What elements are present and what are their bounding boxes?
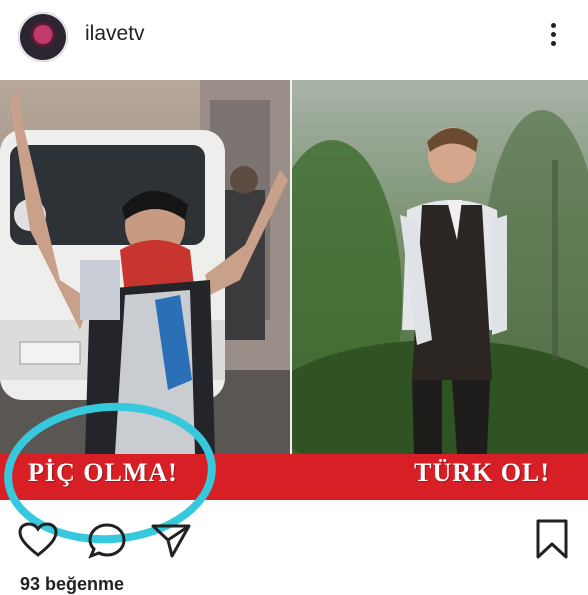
post-header: ilavetv: [0, 0, 588, 80]
bookmark-icon[interactable]: [534, 518, 570, 560]
send-icon[interactable]: [150, 522, 192, 560]
comment-icon[interactable]: [87, 522, 127, 560]
likes-count[interactable]: 93 beğenme: [20, 574, 124, 595]
more-options-icon[interactable]: [543, 20, 563, 54]
avatar[interactable]: [18, 12, 68, 62]
right-photo: [292, 80, 588, 454]
banner-right-text: TÜRK OL!: [414, 458, 550, 487]
username[interactable]: ilavetv: [85, 22, 145, 46]
left-photo: [0, 80, 290, 454]
post-actions: [0, 500, 588, 570]
heart-icon[interactable]: [18, 522, 58, 558]
